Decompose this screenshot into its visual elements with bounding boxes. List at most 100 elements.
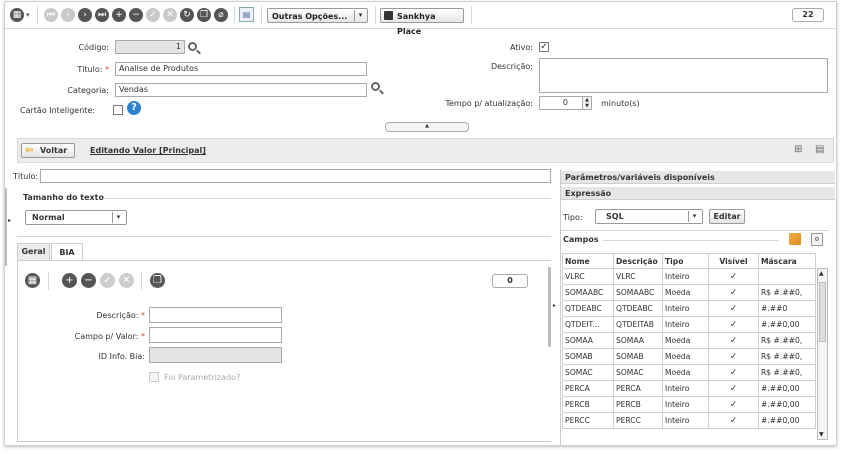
- cancel-icon[interactable]: ✕: [163, 8, 177, 22]
- table-cell: PERCA: [562, 380, 614, 397]
- table-row[interactable]: SOMAA SOMAA Moeda ✓ R$ #.##0,: [562, 332, 816, 349]
- param-header[interactable]: Parâmetros/variáveis disponíveis: [561, 171, 835, 184]
- tab-geral-label: Geral: [21, 247, 46, 256]
- add-field-icon[interactable]: [789, 233, 801, 245]
- copy-icon[interactable]: ❐: [197, 8, 211, 22]
- table-row[interactable]: PERCB PERCB Inteiro ✓ #.##0,00: [562, 396, 816, 413]
- caret-down-icon[interactable]: ▾: [26, 11, 30, 19]
- column-header[interactable]: Visível: [708, 253, 759, 269]
- sankhya-place-label: Sankhya Place: [397, 12, 436, 36]
- bia-descricao-label: Descrição: *: [65, 311, 145, 320]
- grid-menu-icon[interactable]: ▦: [10, 8, 24, 22]
- notification-badge[interactable]: 22: [792, 8, 824, 22]
- last-record-icon[interactable]: ⏭: [95, 8, 109, 22]
- notification-count: 22: [802, 10, 814, 19]
- section-divider: [603, 240, 779, 241]
- table-row[interactable]: QTDEABC QTDEABC Inteiro ✓ #.##0: [562, 300, 816, 317]
- tree-view-icon[interactable]: ⊞: [794, 144, 802, 155]
- descricao-field[interactable]: [539, 58, 828, 93]
- expressao-header[interactable]: Expressão: [561, 187, 835, 200]
- search-icon[interactable]: [371, 82, 380, 91]
- table-row[interactable]: PERCA PERCA Inteiro ✓ #.##0,00: [562, 380, 816, 397]
- copy-icon[interactable]: ❐: [150, 273, 165, 288]
- previous-record-icon[interactable]: ‹: [61, 8, 75, 22]
- tamanho-select[interactable]: Normal ▾: [25, 210, 127, 225]
- table-row[interactable]: SOMAC SOMAC Moeda ✓ R$ #.##0,: [562, 364, 816, 381]
- table-cell: R$ #.##0,: [758, 348, 816, 365]
- scroll-thumb[interactable]: [819, 282, 826, 342]
- tipo-label: Tipo:: [563, 213, 583, 222]
- table-row[interactable]: QTDEIT... QTDEITAB Inteiro ✓ #.##0,00: [562, 316, 816, 333]
- expand-right-icon[interactable]: ▸: [553, 302, 556, 309]
- titulo-field[interactable]: Analise de Produtos: [115, 62, 367, 76]
- toolbar-separator: [261, 6, 262, 24]
- first-record-icon[interactable]: ⏮: [44, 8, 58, 22]
- spinner-icon[interactable]: ▲ ▼: [582, 96, 592, 110]
- left-titulo-field[interactable]: [40, 169, 551, 183]
- table-cell: PERCC: [613, 412, 663, 429]
- voltar-button[interactable]: ⇦ Voltar: [21, 143, 75, 158]
- table-scrollbar[interactable]: ▲ ▼: [817, 268, 828, 440]
- add-icon[interactable]: +: [62, 273, 77, 288]
- sankhya-place-button[interactable]: Sankhya Place: [380, 8, 464, 36]
- grid-view-icon[interactable]: ▤: [239, 7, 254, 22]
- column-header[interactable]: Máscara: [758, 253, 816, 269]
- categoria-field[interactable]: Vendas: [115, 83, 367, 97]
- cartao-checkbox[interactable]: [113, 105, 123, 115]
- next-record-icon[interactable]: ›: [78, 8, 92, 22]
- tab-bia[interactable]: BIA: [51, 243, 83, 261]
- id-bia-field[interactable]: [149, 347, 282, 363]
- editar-button[interactable]: Editar: [709, 209, 745, 224]
- column-header[interactable]: Descrição: [613, 253, 663, 269]
- center-splitter[interactable]: [548, 267, 551, 347]
- scroll-up-icon[interactable]: ▲: [819, 270, 824, 277]
- remove-icon[interactable]: −: [81, 273, 96, 288]
- tipo-select[interactable]: SQL ▾: [595, 209, 703, 224]
- tab-bia-label: BIA: [59, 248, 75, 257]
- table-cell: R$ #.##0,: [758, 364, 816, 381]
- campo-valor-field[interactable]: [149, 327, 282, 343]
- form-view-icon[interactable]: ▤: [815, 144, 824, 155]
- bia-count-badge[interactable]: 0: [492, 274, 528, 288]
- tempo-label: Tempo p/ atualização:: [445, 99, 533, 108]
- search-icon[interactable]: [188, 42, 197, 51]
- remove-icon[interactable]: −: [129, 8, 143, 22]
- chevron-down-icon: ▾: [112, 212, 124, 223]
- left-splitter[interactable]: [5, 188, 7, 266]
- table-cell: SOMAC: [562, 364, 614, 381]
- table-cell: PERCB: [613, 396, 663, 413]
- confirm-icon[interactable]: ✓: [146, 8, 160, 22]
- cancel-icon[interactable]: ✕: [119, 273, 134, 288]
- section-divider: [103, 198, 551, 199]
- table-row[interactable]: VLRC VLRC Inteiro ✓: [562, 268, 816, 285]
- table-cell: SOMAC: [613, 364, 663, 381]
- voltar-label: Voltar: [40, 146, 68, 155]
- tab-geral[interactable]: Geral: [17, 243, 50, 260]
- table-cell: QTDEABC: [562, 300, 614, 317]
- column-header[interactable]: Tipo: [662, 253, 709, 269]
- confirm-icon[interactable]: ✓: [100, 273, 115, 288]
- collapse-toggle[interactable]: ▲: [385, 122, 469, 132]
- add-icon[interactable]: +: [112, 8, 126, 22]
- outras-opcoes-button[interactable]: Outras Opções... ▾: [267, 8, 368, 23]
- refresh-icon[interactable]: ↻: [180, 8, 194, 22]
- editing-breadcrumb[interactable]: Editando Valor [Principal]: [90, 146, 206, 155]
- table-row[interactable]: SOMAABC SOMAABC Moeda ✓ R$ #.##0,: [562, 284, 816, 301]
- export-icon[interactable]: ⚙: [811, 233, 823, 246]
- foi-parametrizado-checkbox[interactable]: [149, 372, 159, 382]
- bia-descricao-field[interactable]: [149, 307, 282, 323]
- table-cell: ✓: [708, 380, 759, 397]
- bia-descricao-text: Descrição:: [96, 311, 139, 320]
- tempo-field[interactable]: 0: [539, 96, 583, 110]
- ativo-checkbox[interactable]: ✓: [539, 42, 549, 52]
- column-header[interactable]: Nome: [562, 253, 614, 269]
- attach-icon[interactable]: ⌀: [214, 8, 228, 22]
- codigo-field[interactable]: 1: [115, 40, 185, 54]
- grid-menu-icon[interactable]: ▦: [25, 273, 40, 288]
- help-icon[interactable]: ?: [127, 101, 141, 115]
- table-row[interactable]: SOMAB SOMAB Moeda ✓ R$ #.##0,: [562, 348, 816, 365]
- scroll-down-icon[interactable]: ▼: [819, 431, 824, 438]
- expand-left-icon[interactable]: ▸: [8, 217, 11, 224]
- table-cell: SOMAABC: [613, 284, 663, 301]
- table-row[interactable]: PERCC PERCC Inteiro ✓ #.##0,00: [562, 412, 816, 429]
